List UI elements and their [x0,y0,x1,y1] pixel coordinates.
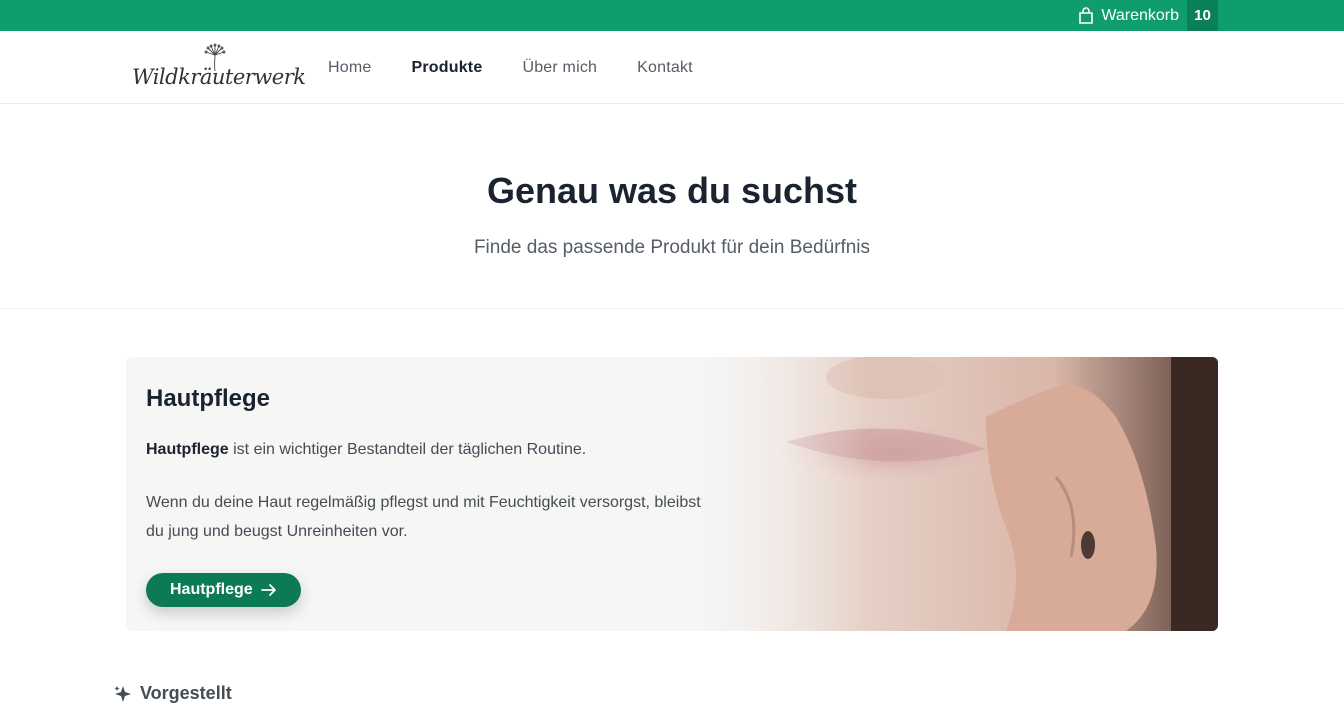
shopping-bag-icon [1079,6,1094,24]
card-intro-bold: Hautpflege [146,441,229,458]
hero-section: Genau was du suchst Finde das passende P… [0,104,1344,309]
cart-link[interactable]: Warenkorb 10 [1078,0,1218,31]
card-intro-text: ist ein wichtiger Bestandteil der täglic… [228,441,587,458]
hautpflege-button[interactable]: Hautpflege [146,573,301,607]
cart-count-badge: 10 [1187,0,1218,31]
page-title: Genau was du suchst [486,170,858,211]
category-card-hautpflege: Hautpflege Hautpflege ist ein wichtiger … [126,357,1218,631]
nav-link-produkte[interactable]: Produkte [411,59,482,77]
arrow-right-icon [260,584,276,596]
nav-links: Home Produkte Über mich Kontakt [328,31,733,104]
nav-link-ueber-mich[interactable]: Über mich [522,59,597,77]
brand-logo[interactable]: Wildkräuterwerk [130,41,306,93]
featured-section-heading: Vorgestellt [114,683,232,704]
main-navigation: Wildkräuterwerk Home Produkte Über mich … [0,31,1344,104]
brand-name: Wildkräuterwerk [132,65,306,89]
featured-label: Vorgestellt [140,683,232,703]
hautpflege-button-label: Hautpflege [170,581,253,598]
sparkle-icon [114,685,131,702]
nav-link-kontakt[interactable]: Kontakt [637,59,693,77]
top-bar: Warenkorb 10 [0,0,1344,31]
cart-label: Warenkorb [1101,6,1179,24]
nav-link-home[interactable]: Home [328,59,371,77]
page-subtitle: Finde das passende Produkt für dein Bedü… [473,237,871,258]
card-intro: Hautpflege ist ein wichtiger Bestandteil… [146,441,586,459]
card-description: Wenn du deine Haut regelmäßig pflegst un… [146,494,701,540]
card-title: Hautpflege [146,385,271,412]
